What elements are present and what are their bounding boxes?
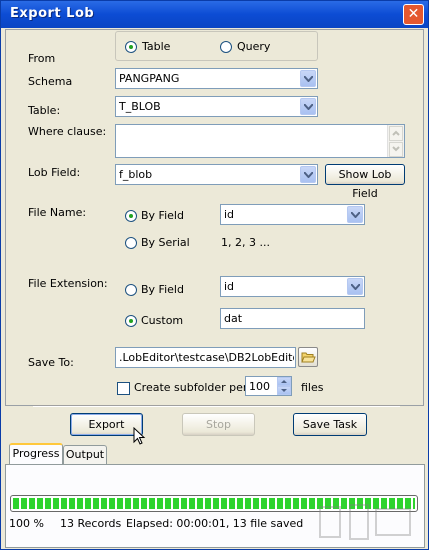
subfolder-count-value: 100	[249, 380, 270, 393]
lob-field-value: f_blob	[119, 168, 153, 181]
mouse-cursor-icon	[133, 427, 146, 445]
close-button[interactable]: ✕	[403, 4, 424, 25]
save-to-path-value: .LobEditor\testcase\DB2LobEditor\f	[119, 351, 294, 364]
lob-field-dropdown-button[interactable]	[300, 166, 316, 183]
file-ext-custom-radio[interactable]	[125, 315, 137, 327]
chevron-down-icon	[392, 146, 400, 152]
file-ext-by-field-label[interactable]: By Field	[141, 283, 184, 296]
records-count-text: 13 Records	[60, 517, 122, 530]
tab-output[interactable]: Output	[63, 445, 107, 464]
where-clause-textarea[interactable]	[115, 124, 405, 158]
file-name-label: File Name:	[28, 206, 87, 219]
spinner-up-button[interactable]	[277, 377, 291, 386]
table-combobox[interactable]: T_BLOB	[115, 96, 318, 117]
chevron-down-icon	[304, 76, 313, 82]
file-name-by-serial-radio[interactable]	[125, 237, 137, 249]
create-subfolder-label[interactable]: Create subfolder per	[134, 381, 247, 394]
where-clause-scrollbar[interactable]	[387, 125, 404, 157]
custom-extension-value: dat	[224, 312, 243, 325]
file-name-field-combobox[interactable]: id	[220, 204, 365, 225]
file-name-by-serial-label[interactable]: By Serial	[141, 236, 190, 249]
file-ext-field-combobox[interactable]: id	[220, 276, 365, 297]
folder-open-icon	[301, 352, 316, 363]
file-ext-field-value: id	[224, 280, 235, 293]
where-clause-label: Where clause:	[28, 125, 107, 138]
file-ext-field-dropdown-button[interactable]	[347, 278, 363, 295]
table-label: Table:	[28, 104, 61, 117]
file-ext-custom-label[interactable]: Custom	[141, 314, 183, 327]
close-icon: ✕	[407, 6, 420, 22]
chevron-down-icon	[304, 104, 313, 110]
divider	[33, 405, 400, 407]
tab-progress[interactable]: Progress	[9, 443, 63, 464]
save-task-button[interactable]: Save Task	[293, 413, 367, 436]
lob-field-combobox[interactable]: f_blob	[115, 164, 318, 185]
scroll-down-button[interactable]	[389, 142, 403, 157]
file-name-by-field-label[interactable]: By Field	[141, 209, 184, 222]
scroll-up-button[interactable]	[389, 126, 403, 141]
file-name-field-value: id	[224, 208, 235, 221]
chevron-up-icon	[392, 130, 400, 136]
triangle-down-icon	[281, 389, 287, 392]
from-table-radio[interactable]	[125, 41, 137, 53]
save-to-label: Save To:	[28, 356, 74, 369]
subfolder-unit-label: files	[301, 381, 324, 394]
stop-button[interactable]: Stop	[182, 413, 255, 436]
subfolder-count-spinner[interactable]: 100	[245, 376, 292, 396]
window-title: Export Lob	[10, 6, 95, 21]
file-name-by-field-radio[interactable]	[125, 210, 137, 222]
browse-folder-button[interactable]	[298, 347, 318, 367]
triangle-up-icon	[281, 380, 287, 383]
serial-example-text: 1, 2, 3 ...	[221, 236, 270, 249]
create-subfolder-checkbox[interactable]	[117, 382, 130, 395]
export-lob-window: Export Lob ✕ From Table Query Schema PAN…	[0, 0, 429, 550]
from-query-radio[interactable]	[220, 41, 232, 53]
from-label: From	[28, 52, 56, 65]
chevron-down-icon	[304, 172, 313, 178]
chevron-down-icon	[351, 212, 360, 218]
lob-field-label: Lob Field:	[28, 166, 81, 179]
from-radio-group: Table Query	[115, 31, 318, 61]
custom-extension-input[interactable]: dat	[220, 308, 365, 329]
watermark-logo-icon	[319, 504, 411, 540]
elapsed-status-text: Elapsed: 00:00:01, 13 file saved	[126, 517, 304, 530]
from-query-label[interactable]: Query	[237, 40, 270, 53]
file-extension-label: File Extension:	[28, 277, 108, 290]
file-ext-by-field-radio[interactable]	[125, 284, 137, 296]
schema-combobox[interactable]: PANGPANG	[115, 68, 318, 89]
save-to-path-input[interactable]: .LobEditor\testcase\DB2LobEditor\f	[115, 347, 296, 368]
table-value: T_BLOB	[119, 100, 161, 113]
schema-dropdown-button[interactable]	[300, 70, 316, 87]
schema-value: PANGPANG	[119, 72, 180, 85]
table-dropdown-button[interactable]	[300, 98, 316, 115]
progress-percent-text: 100 %	[9, 517, 44, 530]
file-name-field-dropdown-button[interactable]	[347, 206, 363, 223]
show-lob-field-button[interactable]: Show Lob Field	[325, 164, 405, 200]
schema-label: Schema	[28, 75, 73, 88]
chevron-down-icon	[351, 284, 360, 290]
title-bar[interactable]: Export Lob ✕	[1, 1, 428, 28]
from-table-label[interactable]: Table	[142, 40, 170, 53]
spinner-down-button[interactable]	[277, 386, 291, 395]
